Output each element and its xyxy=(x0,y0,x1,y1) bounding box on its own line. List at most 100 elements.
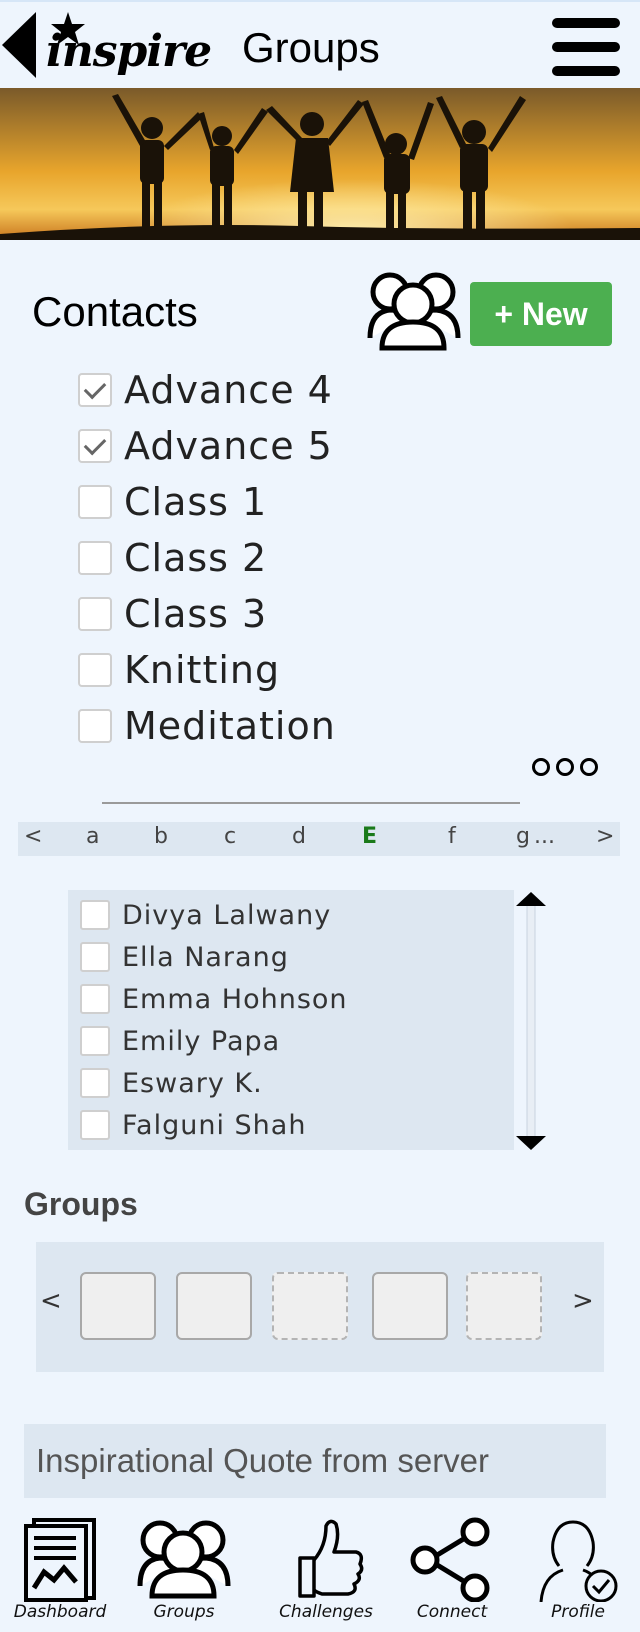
checkbox[interactable] xyxy=(80,1110,110,1140)
group-item-advance-5[interactable]: Advance 5 xyxy=(78,418,336,474)
group-slot-empty[interactable] xyxy=(466,1272,542,1340)
nav-label: Connect xyxy=(416,1602,488,1622)
alphabet-letter-f[interactable]: f xyxy=(448,824,456,849)
bottom-navigation: Dashboard Groups Challenges Connect Prof… xyxy=(0,1510,640,1632)
group-slot[interactable] xyxy=(372,1272,448,1340)
checkbox-checked[interactable] xyxy=(78,373,112,407)
group-item-class-3[interactable]: Class 3 xyxy=(78,586,336,642)
page-title: Groups xyxy=(242,24,380,71)
scrollbar-arrows-icon xyxy=(516,892,546,1150)
groups-carousel: < > xyxy=(36,1242,604,1372)
contact-list: Divya Lalwany Ella Narang Emma Hohnson E… xyxy=(80,894,348,1146)
contacts-title: Contacts xyxy=(32,288,198,335)
checkbox[interactable] xyxy=(78,597,112,631)
nav-challenges[interactable]: Challenges xyxy=(266,1510,386,1632)
contact-item[interactable]: Emma Hohnson xyxy=(80,978,348,1020)
alphabet-letter-a[interactable]: a xyxy=(86,824,99,849)
banner-silhouette-image xyxy=(0,88,640,240)
group-item-class-2[interactable]: Class 2 xyxy=(78,530,336,586)
group-label: Knitting xyxy=(124,648,281,692)
carousel-next-button[interactable]: > xyxy=(572,1286,594,1316)
checkbox[interactable] xyxy=(80,1068,110,1098)
app-logo[interactable]: inspire xyxy=(42,12,212,82)
group-item-class-1[interactable]: Class 1 xyxy=(78,474,336,530)
group-item-advance-4[interactable]: Advance 4 xyxy=(78,362,336,418)
nav-label: Challenges xyxy=(279,1602,373,1622)
people-group-icon xyxy=(367,272,461,351)
banner-image xyxy=(0,88,640,240)
back-button[interactable] xyxy=(0,10,40,80)
checkbox[interactable] xyxy=(78,709,112,743)
thumbs-up-icon xyxy=(298,1519,364,1598)
nav-dashboard[interactable]: Dashboard xyxy=(0,1510,120,1632)
group-label: Meditation xyxy=(124,704,336,748)
alphabet-prev-button[interactable]: < xyxy=(24,824,42,849)
checkbox-checked[interactable] xyxy=(78,429,112,463)
alphabet-letter-d[interactable]: d xyxy=(292,824,306,849)
new-group-button[interactable]: + New xyxy=(470,282,612,346)
contact-item[interactable]: Emily Papa xyxy=(80,1020,348,1062)
document-chart-icon xyxy=(24,1518,96,1602)
contact-name: Eswary K. xyxy=(122,1067,263,1099)
group-checklist: Advance 4 Advance 5 Class 1 Class 2 Clas… xyxy=(78,362,336,754)
nav-label: Profile xyxy=(551,1602,605,1622)
alphabet-next-button[interactable]: > xyxy=(596,824,614,849)
more-dots-icon xyxy=(532,758,550,776)
checkbox[interactable] xyxy=(78,541,112,575)
contact-name: Emily Papa xyxy=(122,1025,281,1057)
group-item-knitting[interactable]: Knitting xyxy=(78,642,336,698)
alphabet-letter-e-active[interactable]: E xyxy=(362,824,377,849)
contact-name: Divya Lalwany xyxy=(122,899,332,931)
checkbox[interactable] xyxy=(80,984,110,1014)
contact-name: Emma Hohnson xyxy=(122,983,348,1015)
groups-button[interactable] xyxy=(366,268,462,352)
contact-list-scrollbar[interactable] xyxy=(516,892,546,1150)
alphabet-filter-bar: < a b c d E f g ... > xyxy=(18,822,620,856)
group-label: Advance 5 xyxy=(124,424,333,468)
contact-item[interactable]: Divya Lalwany xyxy=(80,894,348,936)
hamburger-icon xyxy=(552,18,620,28)
user-check-icon xyxy=(539,1520,618,1602)
checkbox[interactable] xyxy=(78,653,112,687)
nav-groups[interactable]: Groups xyxy=(124,1510,244,1632)
share-nodes-icon xyxy=(410,1517,490,1602)
hamburger-line xyxy=(552,66,620,76)
nav-connect[interactable]: Connect xyxy=(392,1510,512,1632)
hamburger-line xyxy=(552,42,620,52)
menu-button[interactable] xyxy=(552,18,624,80)
groups-section-title: Groups xyxy=(24,1186,138,1222)
back-arrow-icon xyxy=(2,12,36,78)
nav-label: Groups xyxy=(153,1602,215,1622)
contact-name: Ella Narang xyxy=(122,941,289,973)
group-slot[interactable] xyxy=(80,1272,156,1340)
group-slot-empty[interactable] xyxy=(272,1272,348,1340)
group-item-meditation[interactable]: Meditation xyxy=(78,698,336,754)
alphabet-letter-b[interactable]: b xyxy=(154,824,168,849)
group-label: Class 3 xyxy=(124,592,268,636)
contact-item[interactable]: Eswary K. xyxy=(80,1062,348,1104)
carousel-prev-button[interactable]: < xyxy=(40,1286,62,1316)
group-label: Class 1 xyxy=(124,480,268,524)
more-dot xyxy=(556,758,574,776)
logo-text: inspire xyxy=(46,26,212,77)
checkbox[interactable] xyxy=(80,1026,110,1056)
group-label: Class 2 xyxy=(124,536,268,580)
alphabet-ellipsis: ... xyxy=(534,824,555,849)
app-header: inspire Groups xyxy=(0,0,640,88)
checkbox[interactable] xyxy=(80,900,110,930)
group-label: Advance 4 xyxy=(124,368,333,412)
nav-label: Dashboard xyxy=(13,1602,107,1622)
checkbox[interactable] xyxy=(80,942,110,972)
inspirational-quote: Inspirational Quote from server xyxy=(24,1424,606,1498)
contact-name: Falguni Shah xyxy=(122,1109,307,1141)
section-divider xyxy=(102,802,520,804)
more-options-button[interactable] xyxy=(532,758,598,776)
nav-profile[interactable]: Profile xyxy=(518,1510,638,1632)
alphabet-letter-g[interactable]: g xyxy=(516,824,530,849)
alphabet-letter-c[interactable]: c xyxy=(224,824,236,849)
people-group-icon xyxy=(137,1520,231,1599)
group-slot[interactable] xyxy=(176,1272,252,1340)
checkbox[interactable] xyxy=(78,485,112,519)
contact-item[interactable]: Ella Narang xyxy=(80,936,348,978)
contact-item[interactable]: Falguni Shah xyxy=(80,1104,348,1146)
